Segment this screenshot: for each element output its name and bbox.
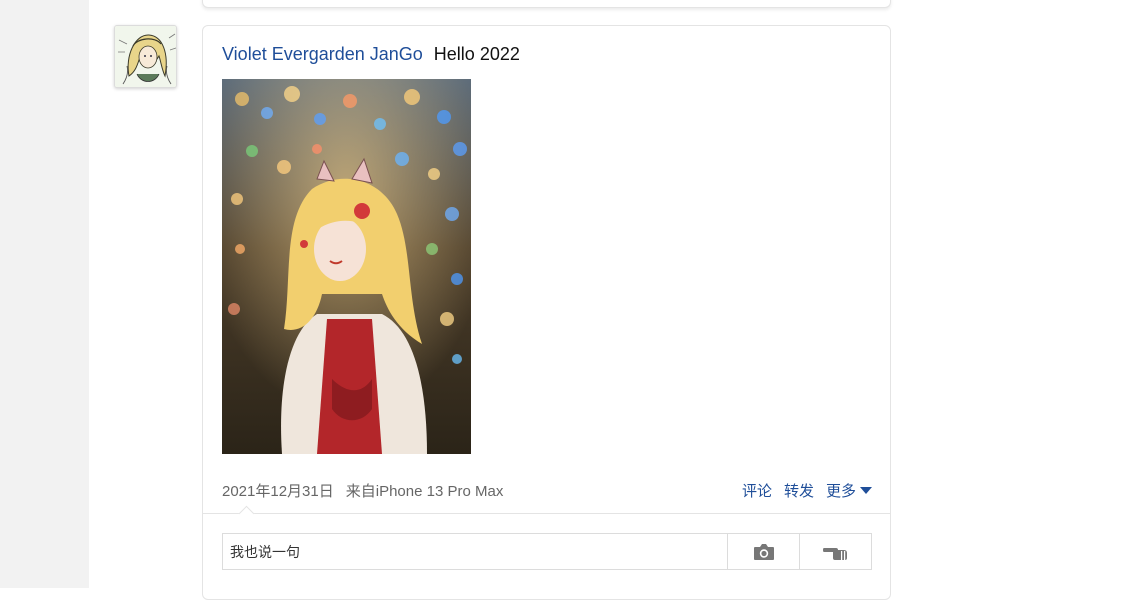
camera-button[interactable] <box>727 534 799 569</box>
previous-post-card <box>202 0 891 8</box>
comment-notch <box>238 505 255 522</box>
post-text: Hello 2022 <box>433 44 520 64</box>
post-meta: 2021年12月31日 来自iPhone 13 Pro Max <box>222 483 503 501</box>
comment-box <box>222 533 872 570</box>
post-card: Violet Evergarden JanGo Hello 2022 2021年… <box>202 25 891 600</box>
photo-illustration <box>222 79 471 454</box>
left-gutter <box>0 0 89 588</box>
repost-link[interactable]: 转发 <box>784 483 814 500</box>
caret-down-icon <box>860 487 872 494</box>
post-actions: 评论 转发 更多 <box>730 483 872 501</box>
comment-link[interactable]: 评论 <box>742 483 772 500</box>
post-source: 来自iPhone 13 Pro Max <box>345 483 504 500</box>
camera-icon <box>753 543 774 560</box>
pointing-hand-icon <box>822 547 847 560</box>
avatar-illustration <box>115 26 176 87</box>
hand-button[interactable] <box>799 534 871 569</box>
more-label: 更多 <box>825 483 856 500</box>
post-photo[interactable] <box>222 79 471 454</box>
post-date[interactable]: 2021年12月31日 <box>222 483 334 500</box>
author-link[interactable]: Violet Evergarden JanGo <box>222 44 423 64</box>
divider <box>203 513 890 514</box>
avatar[interactable] <box>114 25 177 88</box>
more-link[interactable]: 更多 <box>826 483 872 500</box>
post-header: Violet Evergarden JanGo Hello 2022 <box>222 43 520 65</box>
comment-input[interactable] <box>223 534 727 569</box>
